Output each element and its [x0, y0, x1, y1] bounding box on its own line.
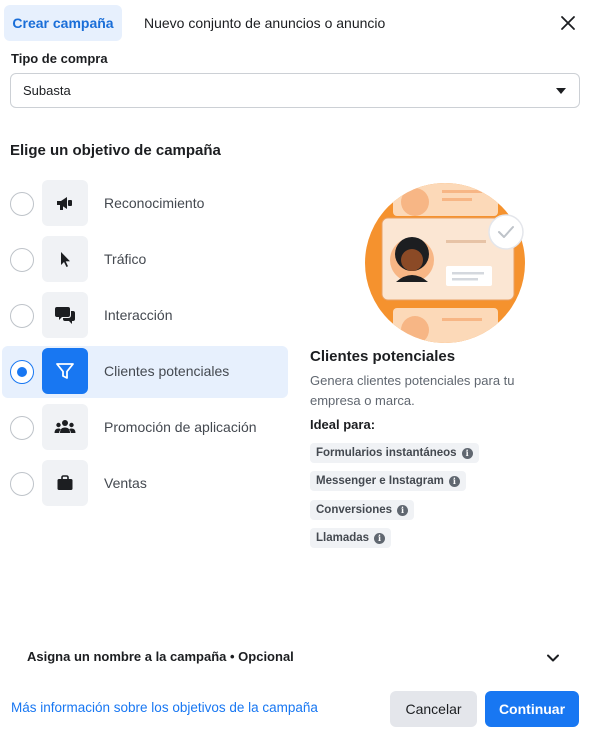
objective-option-ventas[interactable]: Ventas [2, 458, 288, 510]
ideal-for-label: Ideal para: [310, 417, 376, 432]
purchase-type-value: Subasta [23, 83, 71, 98]
purchase-type-select[interactable]: Subasta [10, 73, 580, 108]
radio-button[interactable] [10, 472, 34, 496]
chip-label: Llamadas [316, 532, 370, 544]
chip-label: Messenger e Instagram [316, 475, 444, 487]
info-icon[interactable]: i [461, 447, 473, 459]
radio-button[interactable] [10, 248, 34, 272]
header-tabs: Crear campaña Nuevo conjunto de anuncios… [0, 0, 592, 46]
chat-bubbles-icon [42, 292, 88, 338]
learn-more-link[interactable]: Más información sobre los objetivos de l… [11, 700, 318, 715]
cancel-button[interactable]: Cancelar [390, 691, 477, 727]
objective-option-promocion-aplicacion[interactable]: Promoción de aplicación [2, 402, 288, 454]
purchase-type-label: Tipo de compra [11, 51, 108, 66]
objective-section-title: Elige un objetivo de campaña [10, 142, 221, 159]
radio-button[interactable] [10, 192, 34, 216]
info-icon[interactable]: i [448, 475, 460, 487]
chip-label: Formularios instantáneos [316, 447, 457, 459]
caret-down-icon [556, 88, 566, 94]
ideal-chip: Llamadas i [310, 528, 392, 548]
objective-option-reconocimiento[interactable]: Reconocimiento [2, 178, 288, 230]
campaign-name-section-toggle[interactable]: Asigna un nombre a la campaña • Opcional [27, 649, 294, 664]
people-icon [42, 404, 88, 450]
objective-option-trafico[interactable]: Tráfico [2, 234, 288, 286]
radio-button[interactable] [10, 416, 34, 440]
info-icon[interactable]: i [397, 504, 409, 516]
objective-label: Ventas [104, 475, 147, 491]
objective-label: Reconocimiento [104, 195, 205, 211]
cursor-icon [42, 236, 88, 282]
detail-description: Genera clientes potenciales para tu empr… [310, 373, 515, 408]
leads-illustration [365, 183, 525, 343]
ideal-chip: Conversiones i [310, 500, 415, 520]
ideal-chip: Messenger e Instagram i [310, 471, 466, 491]
radio-button[interactable] [10, 304, 34, 328]
continue-button[interactable]: Continuar [485, 691, 579, 727]
objective-option-clientes-potenciales[interactable]: Clientes potenciales [2, 346, 288, 398]
tab-crear-campana[interactable]: Crear campaña [4, 5, 122, 41]
detail-title: Clientes potenciales [310, 348, 456, 365]
megaphone-icon [42, 180, 88, 226]
objective-label: Clientes potenciales [104, 363, 230, 379]
ideal-chip: Formularios instantáneos i [310, 443, 479, 463]
objective-label: Interacción [104, 307, 173, 323]
shopping-bag-icon [42, 460, 88, 506]
objective-label: Promoción de aplicación [104, 419, 257, 435]
chip-label: Conversiones [316, 504, 393, 516]
radio-button-selected[interactable] [10, 360, 34, 384]
close-icon[interactable] [558, 13, 578, 33]
objective-label: Tráfico [104, 251, 147, 267]
chevron-down-icon[interactable] [546, 651, 560, 665]
objective-option-interaccion[interactable]: Interacción [2, 290, 288, 342]
info-icon[interactable]: i [374, 532, 386, 544]
tab-nuevo-conjunto[interactable]: Nuevo conjunto de anuncios o anuncio [136, 5, 393, 41]
funnel-icon [42, 348, 88, 394]
